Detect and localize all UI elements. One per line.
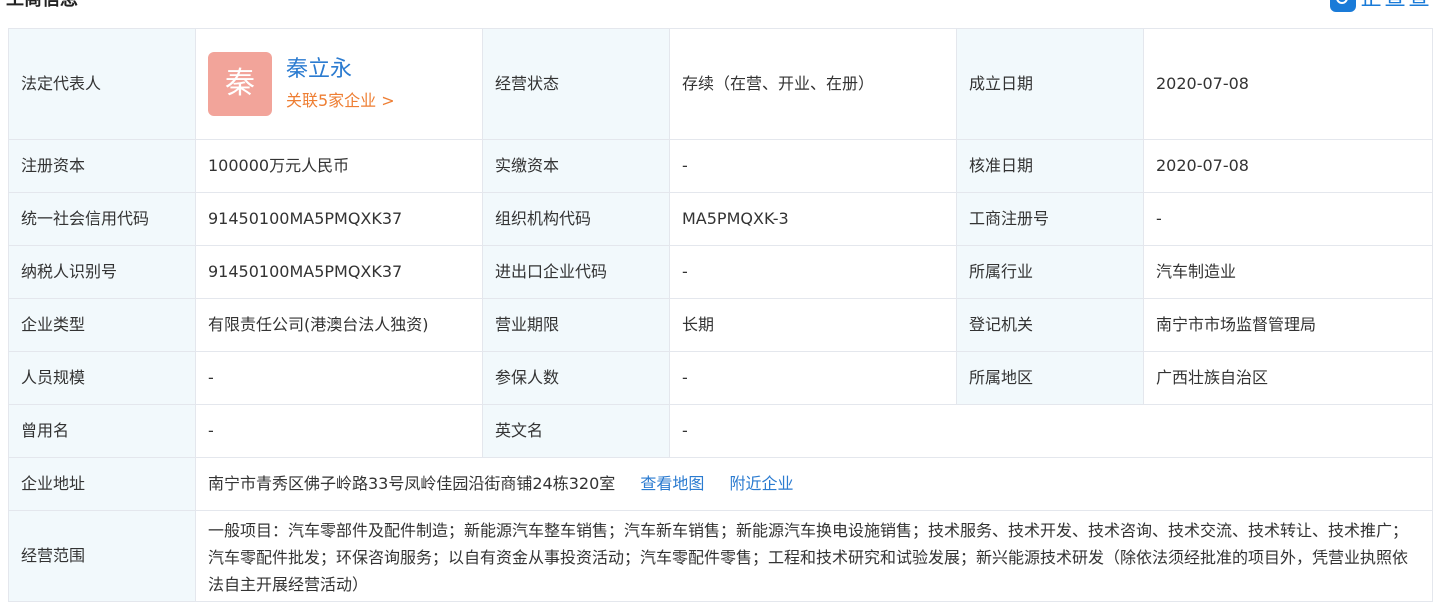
tax-id-value: 91450100MA5PMQXK37	[195, 245, 483, 299]
founded-label: 成立日期	[956, 28, 1144, 140]
reg-capital-value: 100000万元人民币	[195, 139, 483, 193]
former-name-label: 曾用名	[8, 404, 196, 458]
status-value: 存续（在营、开业、在册）	[669, 28, 957, 140]
biz-reg-no-value: -	[1143, 192, 1433, 246]
reg-authority-value: 南宁市市场监督管理局	[1143, 298, 1433, 352]
industry-value: 汽车制造业	[1143, 245, 1433, 299]
table-row: 统一社会信用代码 91450100MA5PMQXK37 组织机构代码 MA5PM…	[8, 192, 1433, 246]
biz-reg-no-label: 工商注册号	[956, 192, 1144, 246]
table-row: 经营范围 一般项目：汽车零部件及配件制造；新能源汽车整车销售；汽车新车销售；新能…	[8, 510, 1433, 602]
address-label: 企业地址	[8, 457, 196, 511]
approved-date-label: 核准日期	[956, 139, 1144, 193]
insured-count-label: 参保人数	[482, 351, 670, 405]
table-row: 企业类型 有限责任公司(港澳台法人独资) 营业期限 长期 登记机关 南宁市市场监…	[8, 298, 1433, 352]
nearby-companies-link[interactable]: 附近企业	[729, 474, 793, 493]
import-export-label: 进出口企业代码	[482, 245, 670, 299]
address-value: 南宁市青秀区佛子岭路33号凤岭佳园沿街商铺24栋320室	[208, 474, 616, 493]
address-cell: 南宁市青秀区佛子岭路33号凤岭佳园沿街商铺24栋320室 查看地图 附近企业	[195, 457, 1433, 511]
company-type-value: 有限责任公司(港澳台法人独资)	[195, 298, 483, 352]
former-name-value: -	[195, 404, 483, 458]
avatar: 秦	[208, 52, 272, 116]
business-info-table: 法定代表人 秦 秦立永 关联5家企业 > 经营状态 存续（在营、开业、在册） 成…	[8, 28, 1433, 602]
status-label: 经营状态	[482, 28, 670, 140]
legal-rep-cell: 秦 秦立永 关联5家企业 >	[195, 28, 483, 140]
company-type-label: 企业类型	[8, 298, 196, 352]
biz-term-label: 营业期限	[482, 298, 670, 352]
region-value: 广西壮族自治区	[1143, 351, 1433, 405]
table-row: 曾用名 - 英文名 -	[8, 404, 1433, 458]
credit-code-label: 统一社会信用代码	[8, 192, 196, 246]
section-title: 工商信息	[6, 0, 78, 12]
founded-value: 2020-07-08	[1143, 28, 1433, 140]
reg-capital-label: 注册资本	[8, 139, 196, 193]
scope-cell: 一般项目：汽车零部件及配件制造；新能源汽车整车销售；汽车新车销售；新能源汽车换电…	[195, 510, 1433, 602]
paid-capital-label: 实缴资本	[482, 139, 670, 193]
brand-name: 企查查	[1360, 0, 1432, 12]
approved-date-value: 2020-07-08	[1143, 139, 1433, 193]
staff-size-value: -	[195, 351, 483, 405]
org-code-value: MA5PMQXK-3	[669, 192, 957, 246]
reg-authority-label: 登记机关	[956, 298, 1144, 352]
staff-size-label: 人员规模	[8, 351, 196, 405]
table-row: 注册资本 100000万元人民币 实缴资本 - 核准日期 2020-07-08	[8, 139, 1433, 193]
insured-count-value: -	[669, 351, 957, 405]
paid-capital-value: -	[669, 139, 957, 193]
import-export-value: -	[669, 245, 957, 299]
scope-label: 经营范围	[8, 510, 196, 602]
industry-label: 所属行业	[956, 245, 1144, 299]
related-companies-link[interactable]: 关联5家企业 >	[286, 90, 395, 112]
tax-id-label: 纳税人识别号	[8, 245, 196, 299]
english-name-value: -	[669, 404, 1433, 458]
scope-value: 一般项目：汽车零部件及配件制造；新能源汽车整车销售；汽车新车销售；新能源汽车换电…	[208, 520, 1409, 594]
table-row: 企业地址 南宁市青秀区佛子岭路33号凤岭佳园沿街商铺24栋320室 查看地图 附…	[8, 457, 1433, 511]
brand-logo[interactable]: 企查查	[1329, 0, 1432, 12]
table-row: 人员规模 - 参保人数 - 所属地区 广西壮族自治区	[8, 351, 1433, 405]
legal-rep-name-link[interactable]: 秦立永	[286, 56, 395, 84]
biz-term-value: 长期	[669, 298, 957, 352]
table-row: 纳税人识别号 91450100MA5PMQXK37 进出口企业代码 - 所属行业…	[8, 245, 1433, 299]
english-name-label: 英文名	[482, 404, 670, 458]
org-code-label: 组织机构代码	[482, 192, 670, 246]
legal-rep-label: 法定代表人	[8, 28, 196, 140]
table-row: 法定代表人 秦 秦立永 关联5家企业 > 经营状态 存续（在营、开业、在册） 成…	[8, 28, 1433, 140]
credit-code-value: 91450100MA5PMQXK37	[195, 192, 483, 246]
region-label: 所属地区	[956, 351, 1144, 405]
qichacha-logo-icon	[1329, 0, 1356, 12]
view-map-link[interactable]: 查看地图	[640, 474, 704, 493]
